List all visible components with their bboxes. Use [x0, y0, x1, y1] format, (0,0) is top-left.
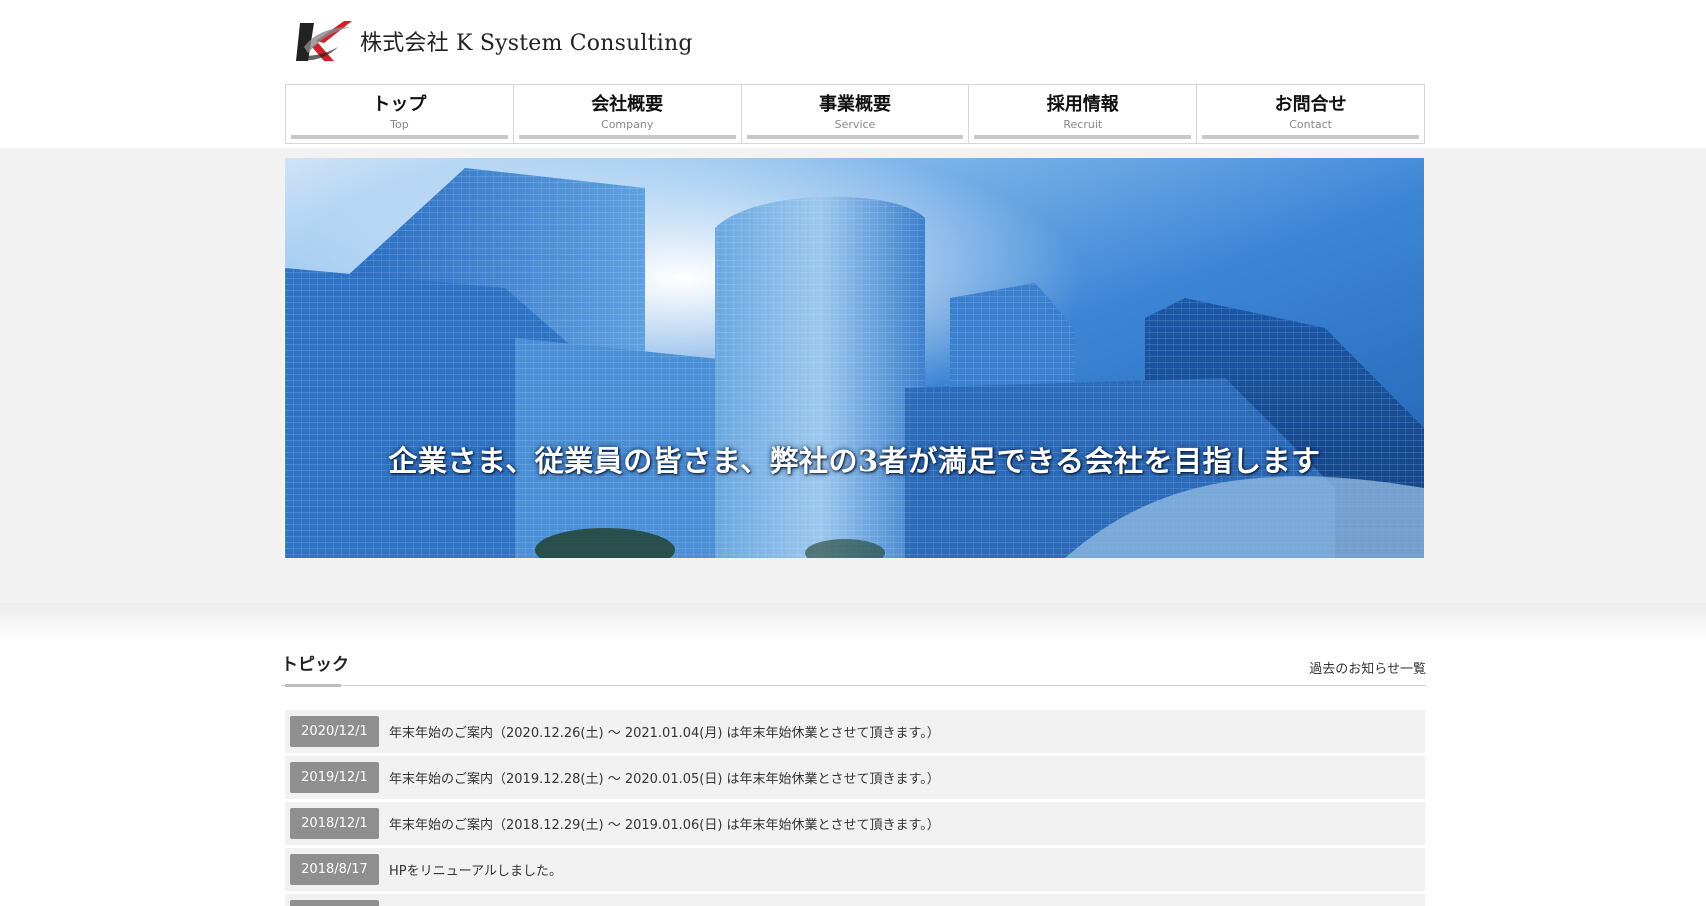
date-badge: 2019/12/1 — [290, 762, 379, 793]
nav-item-top[interactable]: トップ Top — [285, 84, 514, 144]
company-name: 株式会社 K System Consulting — [360, 31, 693, 56]
hero-image: 企業さま、従業員の皆さま、弊社の3者が満足できる会社を目指します — [285, 158, 1424, 558]
nav-label-en: Recruit — [1063, 118, 1103, 131]
nav-label-en: Top — [390, 118, 409, 131]
nav-item-recruit[interactable]: 採用情報 Recruit — [969, 84, 1198, 144]
site-header: 株式会社 K System Consulting トップ Top 会社概要 Co… — [0, 0, 1706, 148]
list-item: 2019/12/1 年末年始のご案内（2019.12.28(土) ～ 2020.… — [285, 756, 1425, 799]
page: 株式会社 K System Consulting トップ Top 会社概要 Co… — [0, 0, 1706, 906]
nav-label-jp: 採用情報 — [1046, 94, 1119, 115]
topics-header: トピック 過去のお知らせ一覧 — [281, 648, 1426, 687]
nav-label-en: Contact — [1289, 118, 1332, 131]
nav-label-jp: トップ — [372, 94, 427, 115]
nav-label-en: Company — [601, 118, 654, 131]
nav-label-en: Service — [834, 118, 876, 131]
nav-underline — [1202, 135, 1419, 139]
date-badge: 2018/12/1 — [290, 808, 379, 839]
topics-list: 2020/12/1 年末年始のご案内（2020.12.26(土) ～ 2021.… — [285, 710, 1425, 906]
past-news-link[interactable]: 過去のお知らせ一覧 — [1309, 658, 1426, 677]
date-badge: 2018/8/17 — [290, 854, 379, 885]
nav-item-company[interactable]: 会社概要 Company — [513, 84, 742, 144]
logo-mark-icon — [294, 17, 356, 65]
nav-label-jp: お問合せ — [1274, 94, 1347, 115]
nav-item-service[interactable]: 事業概要 Service — [741, 84, 970, 144]
list-item: 2018/12/1 年末年始のご案内（2018.12.29(土) ～ 2019.… — [285, 802, 1425, 845]
nav-underline — [974, 135, 1192, 139]
company-logo[interactable]: 株式会社 K System Consulting — [294, 16, 693, 66]
nav-label-jp: 事業概要 — [818, 94, 891, 115]
date-badge — [290, 900, 379, 906]
topic-link[interactable]: HPをリニューアルしました。 — [389, 860, 562, 879]
list-item-partial — [285, 894, 1425, 906]
list-item: 2020/12/1 年末年始のご案内（2020.12.26(土) ～ 2021.… — [285, 710, 1425, 753]
topics-title-underline — [285, 684, 341, 687]
nav-underline — [291, 135, 508, 139]
topic-link[interactable]: 年末年始のご案内（2018.12.29(土) ～ 2019.01.06(日) は… — [389, 814, 940, 833]
topic-link[interactable]: 年末年始のご案内（2020.12.26(土) ～ 2021.01.04(月) は… — [389, 722, 940, 741]
nav-item-contact[interactable]: お問合せ Contact — [1197, 84, 1425, 144]
list-item: 2018/8/17 HPをリニューアルしました。 — [285, 848, 1425, 891]
topics-title: トピック — [281, 655, 349, 675]
global-nav: トップ Top 会社概要 Company 事業概要 Service 採用情報 R… — [285, 84, 1425, 144]
nav-underline — [518, 135, 736, 139]
skyline-illustration — [285, 158, 1424, 558]
nav-label-jp: 会社概要 — [591, 94, 664, 115]
nav-underline — [746, 135, 964, 139]
date-badge: 2020/12/1 — [290, 716, 379, 747]
band-shadow — [0, 603, 1706, 643]
topic-link[interactable]: 年末年始のご案内（2019.12.28(土) ～ 2020.01.05(日) は… — [389, 768, 940, 787]
hero-caption: 企業さま、従業員の皆さま、弊社の3者が満足できる会社を目指します — [388, 444, 1321, 478]
